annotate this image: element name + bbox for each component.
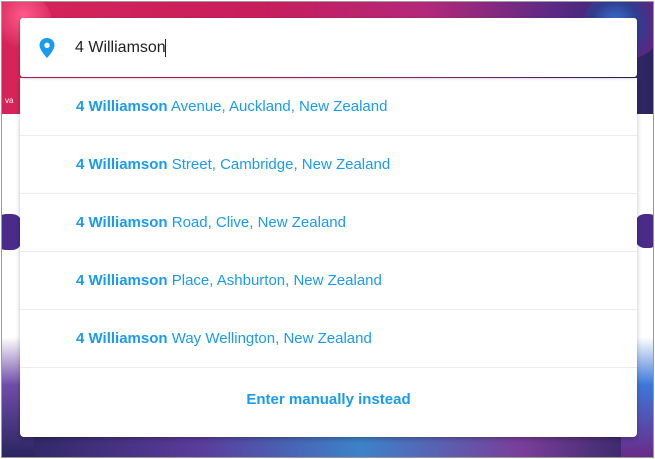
address-search-input[interactable] xyxy=(75,32,615,64)
suggestion-match-text: 4 Williamson xyxy=(76,330,168,347)
suggestion-rest-text: Way Wellington, New Zealand xyxy=(167,330,372,347)
suggestion-match-text: 4 Williamson xyxy=(76,214,168,231)
suggestion-item[interactable]: 4 Williamson Way Wellington, New Zealand xyxy=(20,310,637,368)
address-suggestions-dropdown: 4 Williamson Avenue, Auckland, New Zeala… xyxy=(20,78,637,437)
suggestion-match-text: 4 Williamson xyxy=(76,272,168,289)
address-search-bar xyxy=(20,18,637,77)
app-frame: va 4 Williamson Avenue, Auckland, New Ze… xyxy=(1,1,654,458)
suggestion-rest-text: Avenue, Auckland, New Zealand xyxy=(167,98,388,115)
suggestion-rest-text: Road, Clive, New Zealand xyxy=(167,214,346,231)
suggestion-item[interactable]: 4 Williamson Street, Cambridge, New Zeal… xyxy=(20,136,637,194)
suggestion-item[interactable]: 4 Williamson Road, Clive, New Zealand xyxy=(20,194,637,252)
suggestion-item[interactable]: 4 Williamson Place, Ashburton, New Zeala… xyxy=(20,252,637,310)
map-pin-icon xyxy=(37,37,57,59)
text-caret xyxy=(165,39,166,57)
suggestion-match-text: 4 Williamson xyxy=(76,98,168,115)
background-art-bottom xyxy=(2,435,653,457)
suggestion-match-text: 4 Williamson xyxy=(76,156,168,173)
suggestion-item[interactable]: 4 Williamson Avenue, Auckland, New Zeala… xyxy=(20,78,637,136)
background-art-right xyxy=(635,214,653,248)
background-text-fragment: va xyxy=(5,96,14,105)
enter-manually-link[interactable]: Enter manually instead xyxy=(20,368,637,430)
suggestion-rest-text: Street, Cambridge, New Zealand xyxy=(167,156,391,173)
background-art-left xyxy=(2,214,22,250)
suggestion-rest-text: Place, Ashburton, New Zealand xyxy=(167,272,382,289)
